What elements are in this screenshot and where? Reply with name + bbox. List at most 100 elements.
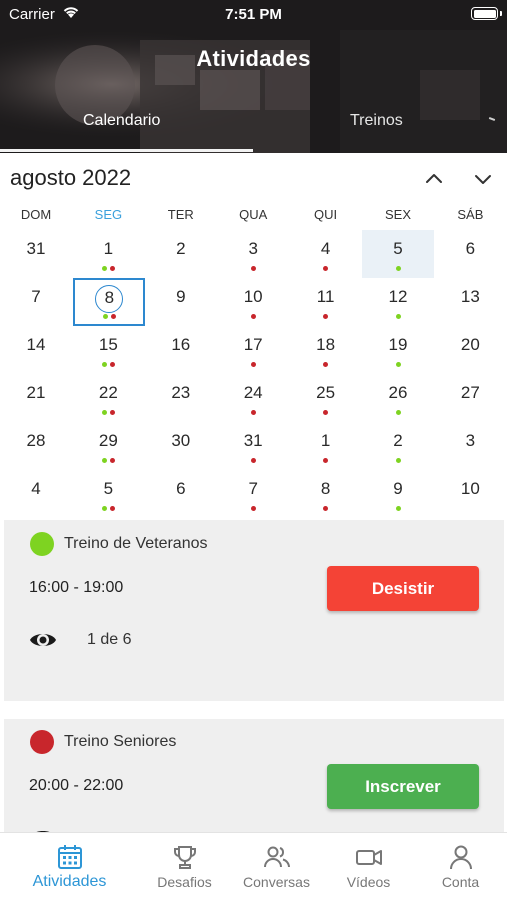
event-dots [434, 506, 506, 512]
day-number: 18 [316, 335, 336, 354]
calendar-day[interactable]: 22 [72, 374, 144, 422]
nav-desafios[interactable]: Desafios [134, 833, 235, 900]
calendar-day[interactable]: 31 [0, 230, 72, 278]
nav-videos[interactable]: Vídeos [318, 833, 419, 900]
calendar-day[interactable]: 14 [0, 326, 72, 374]
event-dot-green [101, 506, 107, 511]
nav-atividades[interactable]: Atividades [19, 833, 120, 900]
video-camera-icon [355, 850, 382, 865]
event-name: Treino de Veteranos [64, 535, 208, 552]
calendar-day[interactable]: 8 [290, 470, 362, 518]
calendar-day[interactable]: 25 [290, 374, 362, 422]
event-dots [72, 362, 144, 368]
calendar-day[interactable]: 5 [362, 230, 434, 278]
calendar-day[interactable]: 9 [145, 278, 217, 326]
calendar-day[interactable]: 24 [217, 374, 289, 422]
event-dots [75, 314, 143, 320]
event-dots [72, 506, 144, 512]
event-dots [290, 362, 362, 368]
event-dots [362, 266, 434, 272]
event-dots [217, 458, 289, 464]
calendar-day[interactable]: 4 [290, 230, 362, 278]
nav-conta[interactable]: Conta [410, 833, 507, 900]
event-dots [0, 362, 72, 368]
event-dot-green [101, 410, 107, 415]
event-dots [217, 506, 289, 512]
calendar-day[interactable]: 28 [0, 422, 72, 470]
calendar-header: agosto 2022 [0, 162, 507, 196]
calendar-day[interactable]: 17 [217, 326, 289, 374]
chevron-up-icon[interactable] [421, 166, 447, 192]
event-dots [290, 506, 362, 512]
calendar-day[interactable]: 15 [72, 326, 144, 374]
event-dots [217, 266, 289, 272]
calendar-day[interactable]: 2 [145, 230, 217, 278]
day-number: 3 [248, 239, 258, 258]
day-number: 17 [243, 335, 263, 354]
calendar-day[interactable]: 1 [72, 230, 144, 278]
event-dots [434, 266, 506, 272]
calendar-day[interactable]: 18 [290, 326, 362, 374]
event-dots [0, 506, 72, 512]
day-number: 5 [393, 239, 403, 258]
enroll-button[interactable]: Inscrever [327, 764, 479, 809]
calendar-day[interactable]: 3 [434, 422, 506, 470]
calendar-day[interactable]: 26 [362, 374, 434, 422]
event-dots [362, 410, 434, 416]
calendar-day[interactable]: 10 [217, 278, 289, 326]
event-dot-green [101, 362, 107, 367]
calendar-day[interactable]: 21 [0, 374, 72, 422]
nav-conversas[interactable]: Conversas [226, 833, 327, 900]
calendar-day[interactable]: 19 [362, 326, 434, 374]
calendar-day[interactable]: 7 [217, 470, 289, 518]
calendar-day[interactable]: 1 [290, 422, 362, 470]
event-dot-red [323, 506, 329, 511]
vacancy-count: 1 de 6 [87, 631, 132, 648]
event-color-indicator [30, 532, 54, 556]
weekday-label: QUI [314, 207, 338, 222]
calendar-day[interactable]: 27 [434, 374, 506, 422]
event-dots [290, 458, 362, 464]
withdraw-button[interactable]: Desistir [327, 566, 479, 611]
event-dot-red [109, 410, 115, 415]
tab-calendario[interactable]: Calendario [83, 112, 160, 130]
calendar-day[interactable]: 20 [434, 326, 506, 374]
tab-treinos[interactable]: Treinos [350, 112, 403, 130]
calendar-day[interactable]: 30 [145, 422, 217, 470]
event-dots [217, 314, 289, 320]
event-dot-green [395, 458, 401, 463]
calendar-day[interactable]: 6 [434, 230, 506, 278]
calendar-icon [57, 845, 82, 869]
calendar-day[interactable]: 2 [362, 422, 434, 470]
weekday-label: TER [167, 207, 194, 222]
chevron-down-icon[interactable] [470, 166, 496, 192]
calendar-day[interactable]: 4 [0, 470, 72, 518]
event-dots [145, 506, 217, 512]
event-dots [217, 362, 289, 368]
calendar-day[interactable]: 12 [362, 278, 434, 326]
event-dots [362, 362, 434, 368]
calendar-day[interactable]: 31 [217, 422, 289, 470]
calendar-day[interactable]: 11 [290, 278, 362, 326]
calendar-day[interactable]: 10 [434, 470, 506, 518]
nav-label: Conta [441, 874, 480, 890]
calendar-day[interactable]: 6 [145, 470, 217, 518]
calendar-day-selected[interactable]: 8 [73, 278, 146, 326]
calendar-day[interactable]: 7 [0, 278, 72, 326]
calendar-day[interactable]: 9 [362, 470, 434, 518]
event-dot-red [109, 266, 115, 271]
day-number: 9 [393, 479, 403, 498]
calendar-day[interactable]: 5 [72, 470, 144, 518]
weekday-label: DOM [20, 207, 52, 222]
calendar-day[interactable]: 16 [145, 326, 217, 374]
day-number: 28 [26, 431, 46, 450]
event-dots [0, 314, 72, 320]
calendar-day[interactable]: 13 [434, 278, 506, 326]
calendar-day[interactable]: 23 [145, 374, 217, 422]
day-number: 29 [98, 431, 118, 450]
header: Carrier 7:51 PM Atividades Calendario Tr… [0, 0, 507, 153]
calendar-day[interactable]: 3 [217, 230, 289, 278]
calendar-day[interactable]: 29 [72, 422, 144, 470]
day-number: 20 [460, 335, 480, 354]
month-label: agosto 2022 [10, 165, 132, 190]
